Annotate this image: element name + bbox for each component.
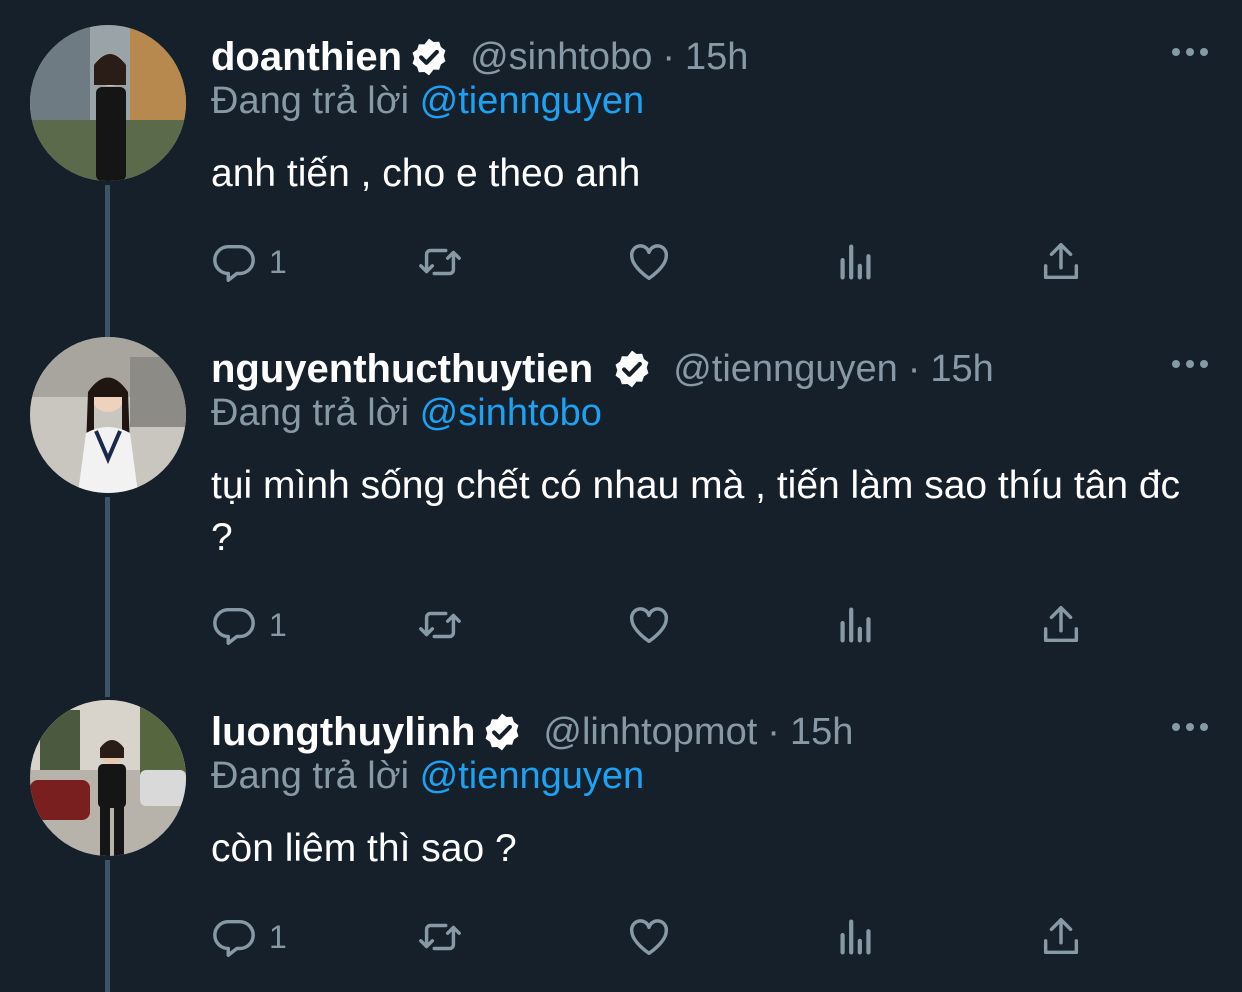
heart-icon bbox=[630, 607, 668, 644]
tweet-text: còn liêm thì sao ? bbox=[211, 827, 517, 870]
tweet-text: tụi mình sống chết có nhau mà , tiến làm… bbox=[211, 464, 1181, 559]
handle[interactable]: @sinhtobo bbox=[470, 36, 652, 79]
share-icon bbox=[1043, 606, 1079, 643]
tweet-header: luongthuylinh @linhtopmot · 15h bbox=[211, 705, 853, 759]
more-dots-icon[interactable] bbox=[1170, 44, 1210, 60]
like-button[interactable] bbox=[626, 237, 672, 287]
replying-label: Đang trả lời bbox=[211, 392, 410, 434]
analytics-icon bbox=[840, 607, 871, 643]
replying-label: Đang trả lời bbox=[211, 755, 410, 797]
reply-button[interactable]: 1 bbox=[211, 912, 287, 962]
avatar-doanthien[interactable] bbox=[30, 25, 186, 181]
tweet-header: doanthien @sinhtobo · 15h bbox=[211, 30, 748, 84]
heart-icon bbox=[630, 919, 668, 956]
tweet-header: nguyenthucthuytien @tiennguyen · 15h bbox=[211, 342, 994, 396]
replying-to: Đang trả lời @sinhtobo bbox=[211, 392, 602, 435]
retweet-button[interactable] bbox=[417, 237, 463, 287]
retweet-button[interactable] bbox=[417, 912, 463, 962]
handle[interactable]: @tiennguyen bbox=[673, 348, 898, 391]
heart-icon bbox=[630, 244, 668, 281]
analytics-icon bbox=[840, 919, 871, 955]
reply-count: 1 bbox=[269, 243, 287, 280]
analytics-button[interactable] bbox=[833, 912, 879, 962]
avatar-luongthuylinh[interactable] bbox=[30, 700, 186, 856]
thread-line bbox=[105, 860, 110, 992]
replying-to-link[interactable]: @tiennguyen bbox=[420, 80, 645, 122]
verified-badge-icon bbox=[485, 713, 519, 751]
avatar-nguyenthucthuytien[interactable] bbox=[30, 337, 186, 493]
reply-button[interactable]: 1 bbox=[211, 237, 287, 287]
handle[interactable]: @linhtopmot bbox=[543, 711, 757, 754]
thread-line bbox=[105, 497, 110, 697]
reply-icon bbox=[213, 919, 255, 957]
share-button[interactable] bbox=[1038, 912, 1084, 962]
like-button[interactable] bbox=[626, 600, 672, 650]
replying-label: Đang trả lời bbox=[211, 80, 410, 122]
retweet-button[interactable] bbox=[417, 600, 463, 650]
reply-button[interactable]: 1 bbox=[211, 600, 287, 650]
tweet-3[interactable]: luongthuylinh @linhtopmot · 15h Đang trả… bbox=[0, 675, 1242, 992]
tweet-1[interactable]: doanthien @sinhtobo · 15h Đang trả lời @… bbox=[0, 0, 1242, 345]
share-icon bbox=[1043, 243, 1079, 280]
action-bar: 1 bbox=[211, 912, 1091, 962]
timestamp[interactable]: 15h bbox=[790, 711, 853, 754]
more-dots-icon[interactable] bbox=[1170, 356, 1210, 372]
share-button[interactable] bbox=[1038, 600, 1084, 650]
display-name[interactable]: luongthuylinh bbox=[211, 710, 475, 755]
analytics-button[interactable] bbox=[833, 600, 879, 650]
reply-count: 1 bbox=[269, 918, 287, 955]
replying-to: Đang trả lời @tiennguyen bbox=[211, 755, 644, 798]
separator: · bbox=[907, 347, 921, 390]
more-dots-icon[interactable] bbox=[1170, 719, 1210, 735]
share-button[interactable] bbox=[1038, 237, 1084, 287]
reply-count: 1 bbox=[269, 606, 287, 643]
reply-icon bbox=[213, 607, 255, 645]
retweet-icon bbox=[419, 248, 461, 276]
separator: · bbox=[767, 710, 780, 753]
display-name[interactable]: nguyenthucthuytien bbox=[211, 347, 593, 392]
tweet-2[interactable]: nguyenthucthuytien @tiennguyen · 15h Đan… bbox=[0, 312, 1242, 697]
reply-icon bbox=[213, 244, 255, 282]
replying-to: Đang trả lời @tiennguyen bbox=[211, 80, 644, 123]
analytics-button[interactable] bbox=[833, 237, 879, 287]
retweet-icon bbox=[419, 611, 461, 639]
verified-badge-icon bbox=[615, 350, 649, 388]
timestamp[interactable]: 15h bbox=[685, 36, 748, 79]
verified-badge-icon bbox=[412, 38, 446, 76]
display-name[interactable]: doanthien bbox=[211, 35, 402, 80]
retweet-icon bbox=[419, 923, 461, 951]
action-bar: 1 bbox=[211, 237, 1091, 287]
action-bar: 1 bbox=[211, 600, 1091, 650]
replying-to-link[interactable]: @sinhtobo bbox=[420, 392, 602, 434]
like-button[interactable] bbox=[626, 912, 672, 962]
separator: · bbox=[662, 35, 675, 78]
tweet-text: anh tiến , cho e theo anh bbox=[211, 152, 641, 195]
analytics-icon bbox=[840, 244, 871, 280]
replying-to-link[interactable]: @tiennguyen bbox=[420, 755, 645, 797]
timestamp[interactable]: 15h bbox=[930, 348, 993, 391]
share-icon bbox=[1043, 918, 1079, 955]
